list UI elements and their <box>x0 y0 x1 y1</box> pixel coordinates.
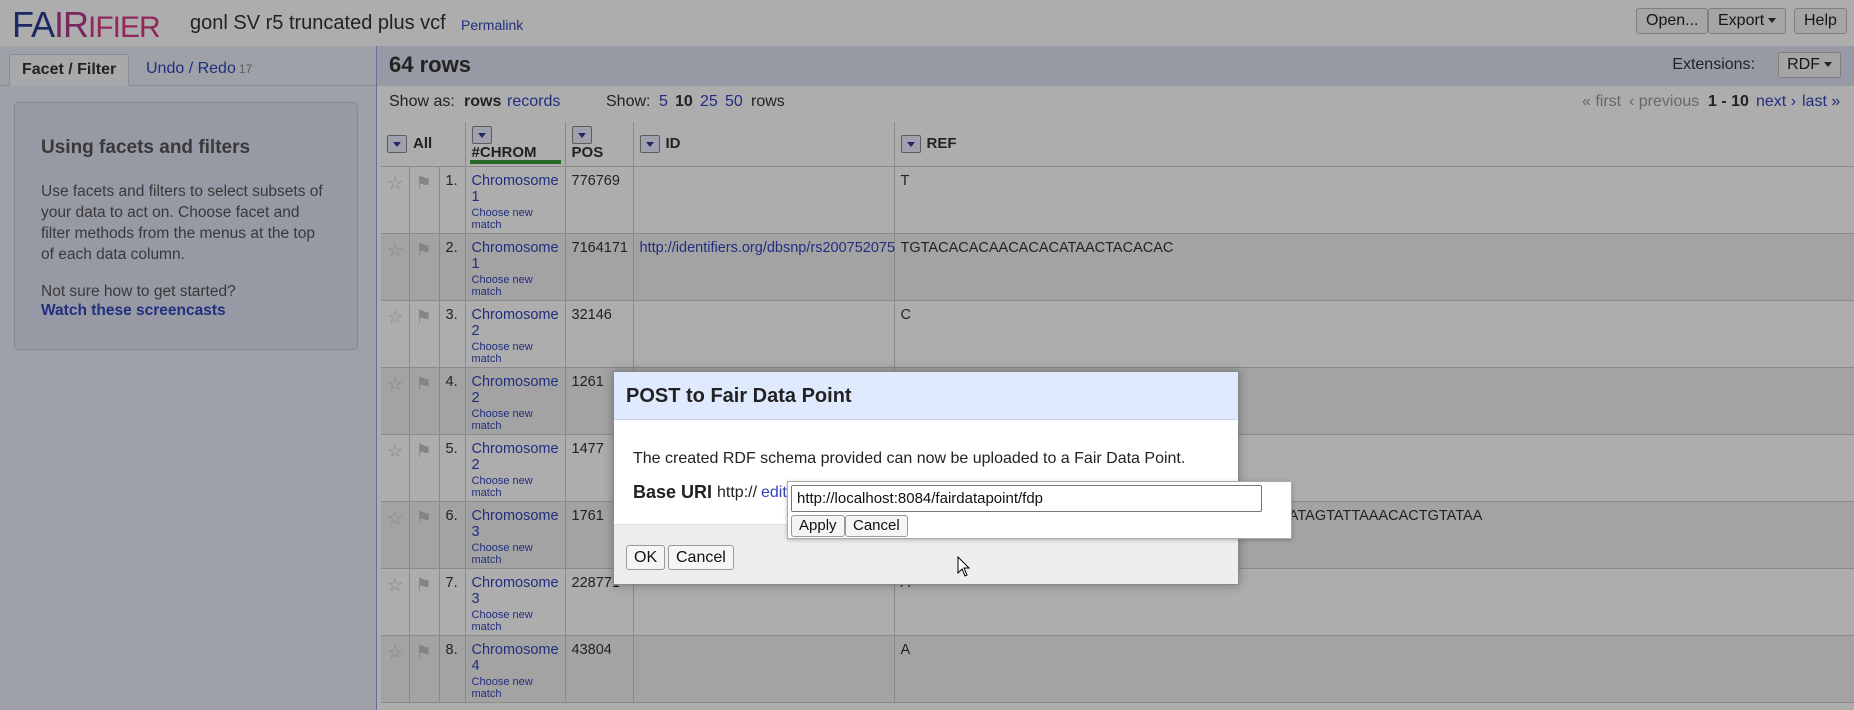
modal-overlay <box>0 0 1854 710</box>
base-uri-input[interactable] <box>791 485 1262 512</box>
base-uri-label: Base URI <box>633 482 713 502</box>
base-uri-prefix: http:// <box>717 484 758 501</box>
dialog-text: The created RDF schema provided can now … <box>633 450 1186 467</box>
cancel-button[interactable]: Cancel <box>668 545 734 570</box>
edit-base-uri-link[interactable]: edit <box>761 484 787 502</box>
apply-button[interactable]: Apply <box>791 515 845 537</box>
base-uri-edit-popup: Apply Cancel <box>787 481 1292 539</box>
mouse-pointer-icon <box>957 556 971 577</box>
dialog-title: POST to Fair Data Point <box>614 372 1238 420</box>
popup-cancel-button[interactable]: Cancel <box>845 515 908 537</box>
post-to-fdp-dialog: POST to Fair Data Point The created RDF … <box>613 371 1239 585</box>
ok-button[interactable]: OK <box>626 545 666 570</box>
